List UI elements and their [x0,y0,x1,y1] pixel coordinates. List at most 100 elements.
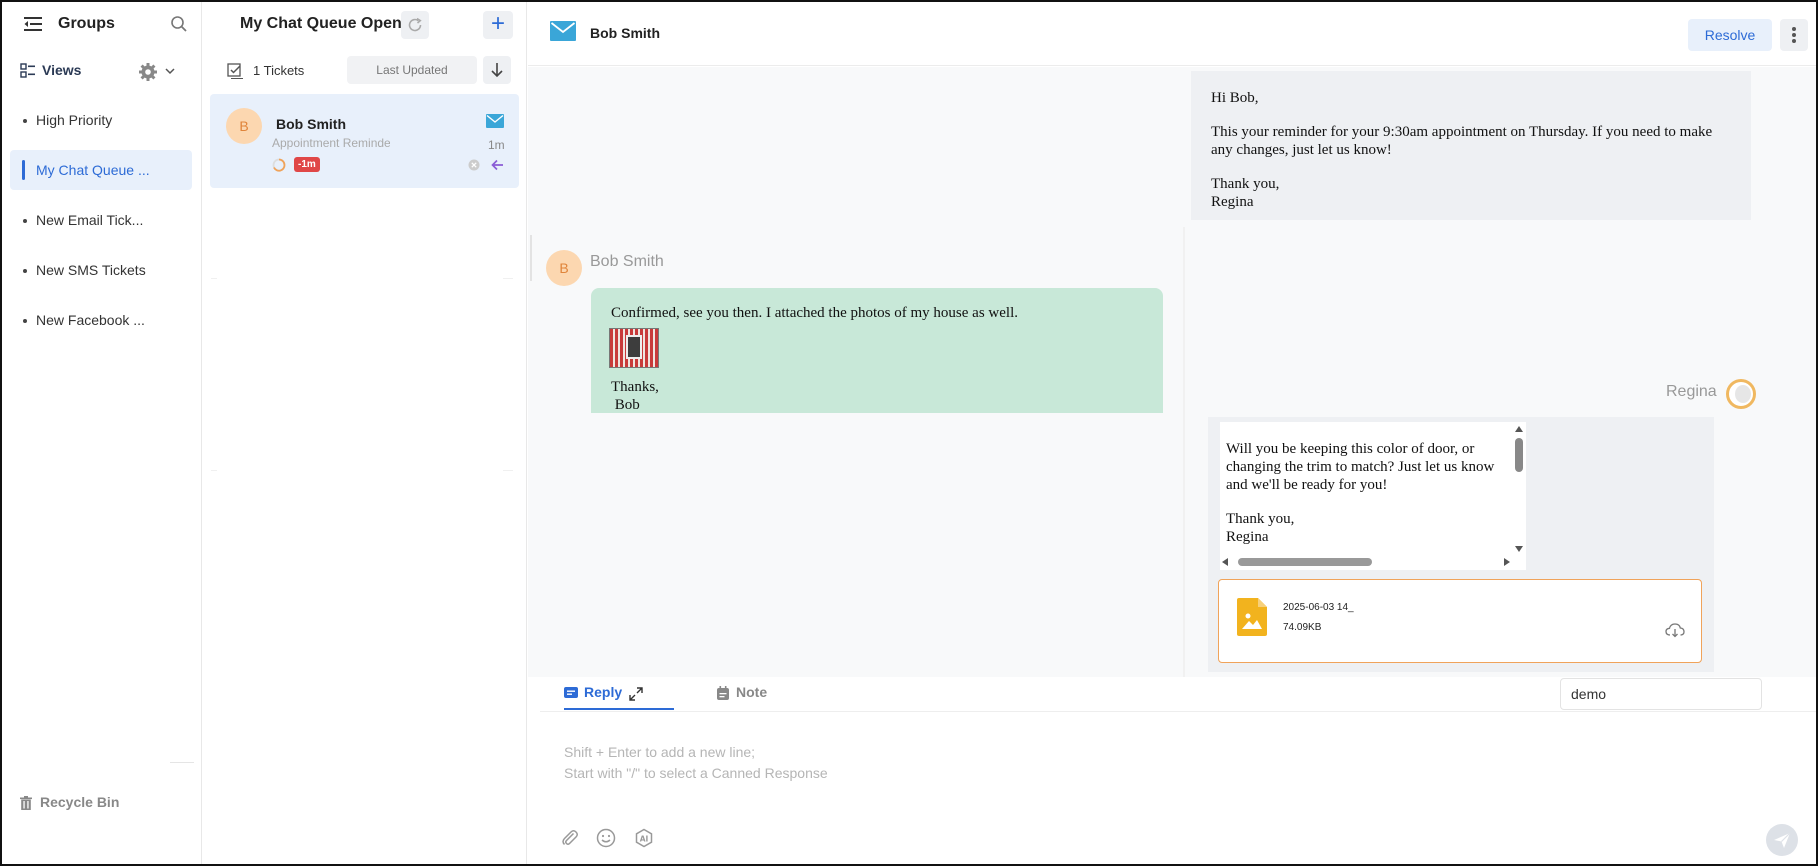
select-all-icon[interactable] [227,63,243,79]
contact-name: Bob Smith [590,25,660,41]
menu-collapse-icon[interactable] [24,16,42,32]
refresh-button[interactable] [401,11,429,39]
bullet [23,319,27,323]
emoji-icon[interactable] [596,828,616,848]
search-icon[interactable] [170,15,188,33]
channel-select[interactable]: demo [1560,678,1762,710]
view-item-my-chat-queue[interactable]: My Chat Queue ... [10,150,192,190]
message-greeting: Hi Bob, [1211,90,1259,106]
tab-label: Reply [584,684,623,700]
divider [1183,227,1185,677]
message-signature: Bob [611,397,640,413]
message-signature: Regina [1226,529,1269,545]
message-signoff: Thank you, [1226,511,1295,527]
bullet [23,219,27,223]
scroll-thumb[interactable] [1238,558,1372,566]
divider [211,278,217,279]
bullet [23,269,27,273]
unassigned-icon[interactable] [468,159,480,171]
recycle-bin-label: Recycle Bin [40,794,120,810]
divider [211,470,217,471]
active-tab-indicator [564,708,674,710]
message-signoff: Thanks, [611,379,659,395]
message-thread[interactable]: Hi Bob, This your reminder for your 9:30… [528,67,1816,677]
expand-icon[interactable] [629,687,643,701]
groups-title: Groups [58,15,115,32]
sla-badge: -1m [294,157,320,172]
message-signature: Regina [1211,194,1254,210]
view-item-label: My Chat Queue ... [36,162,150,178]
scroll-right-arrow[interactable] [1504,558,1510,566]
scroll-left-arrow[interactable] [1222,558,1228,566]
avatar: B [226,108,262,144]
conversation-panel: Bob Smith Resolve Hi Bob, This your remi… [528,2,1816,864]
scroll-thumb[interactable] [1515,438,1523,472]
message-scroll-frame[interactable]: Will you be keeping this color of door, … [1220,422,1526,570]
queue-title: My Chat Queue Open [240,15,402,32]
agent-message: Will you be keeping this color of door, … [1208,417,1714,672]
scroll-up-arrow[interactable] [1515,426,1523,432]
svg-text:AI: AI [640,835,649,844]
sender-name: Bob Smith [590,253,664,270]
email-icon [486,114,504,128]
ticket-count: 1 Tickets [253,63,305,78]
reply-icon [564,687,578,698]
thread-marker [530,235,532,281]
vertical-scrollbar[interactable] [1512,422,1526,552]
conversation-header: Bob Smith Resolve [528,2,1816,66]
view-item-new-sms-tickets[interactable]: New SMS Tickets [10,250,192,290]
view-item-high-priority[interactable]: High Priority [10,100,192,140]
bullet [23,119,27,123]
ticket-subject: Appointment Reminder [272,136,390,150]
view-item-label: New Facebook ... [36,312,145,328]
tab-label: Note [736,684,768,700]
attached-photo-thumbnail[interactable] [609,328,659,368]
scroll-down-arrow[interactable] [1515,546,1523,552]
chevron-down-icon[interactable] [164,65,176,77]
send-button[interactable] [1766,824,1798,856]
horizontal-scrollbar[interactable] [1220,554,1526,570]
message-body: Will you be keeping this color of door, … [1226,441,1495,493]
sort-direction-button[interactable] [483,56,511,84]
kebab-dot [1792,33,1796,37]
paperclip-icon[interactable] [560,828,580,848]
ticket-card[interactable]: B Bob Smith Appointment Reminder 1m -1m [210,94,519,188]
views-label: Views [42,62,82,78]
view-item-new-facebook[interactable]: New Facebook ... [10,300,192,340]
ticket-contact-name: Bob Smith [276,116,346,132]
ai-icon[interactable]: AI [634,828,654,848]
agent-avatar [1726,379,1756,409]
ticket-list-panel: My Chat Queue Open + 1 Tickets Last Upda… [203,2,527,864]
app-window: Groups Views High Priority My Chat Queue… [0,0,1818,866]
divider [503,470,513,471]
door-shape [626,335,642,359]
view-item-new-email-tickets[interactable]: New Email Tick... [10,200,192,240]
active-indicator [22,160,25,180]
trash-icon [20,796,32,810]
reply-input[interactable]: Shift + Enter to add a new line; Start w… [564,742,828,784]
view-item-label: High Priority [36,112,113,128]
ticket-list-header: My Chat Queue Open + [203,2,527,46]
sort-select[interactable]: Last Updated [347,56,477,84]
attachment-card[interactable]: 2025-06-03 14_ 74.09KB [1218,579,1702,663]
message-content: Will you be keeping this color of door, … [1226,440,1506,546]
resolve-button[interactable]: Resolve [1688,19,1772,51]
divider [503,278,513,279]
download-icon[interactable] [1665,622,1685,638]
add-ticket-button[interactable]: + [483,11,513,39]
merge-icon[interactable] [490,158,504,172]
kebab-dot [1792,39,1796,43]
customer-message: Confirmed, see you then. I attached the … [591,288,1163,413]
message-body: This your reminder for your 9:30am appoi… [1211,124,1713,158]
views-list: High Priority My Chat Queue ... New Emai… [2,100,202,350]
gear-icon[interactable] [138,62,158,82]
attachment-name: 2025-06-03 14_ [1283,602,1354,613]
reply-composer: Reply Note demo Shift + Enter to add a n… [540,678,1816,864]
status-progress-icon [272,158,286,172]
ticket-time: 1m [488,138,505,152]
message-body: Confirmed, see you then. I attached the … [611,305,1018,321]
view-item-label: New Email Tick... [36,212,144,228]
more-options-button[interactable] [1780,19,1808,51]
agent-message: Hi Bob, This your reminder for your 9:30… [1191,71,1751,220]
views-header: Views [2,60,202,84]
